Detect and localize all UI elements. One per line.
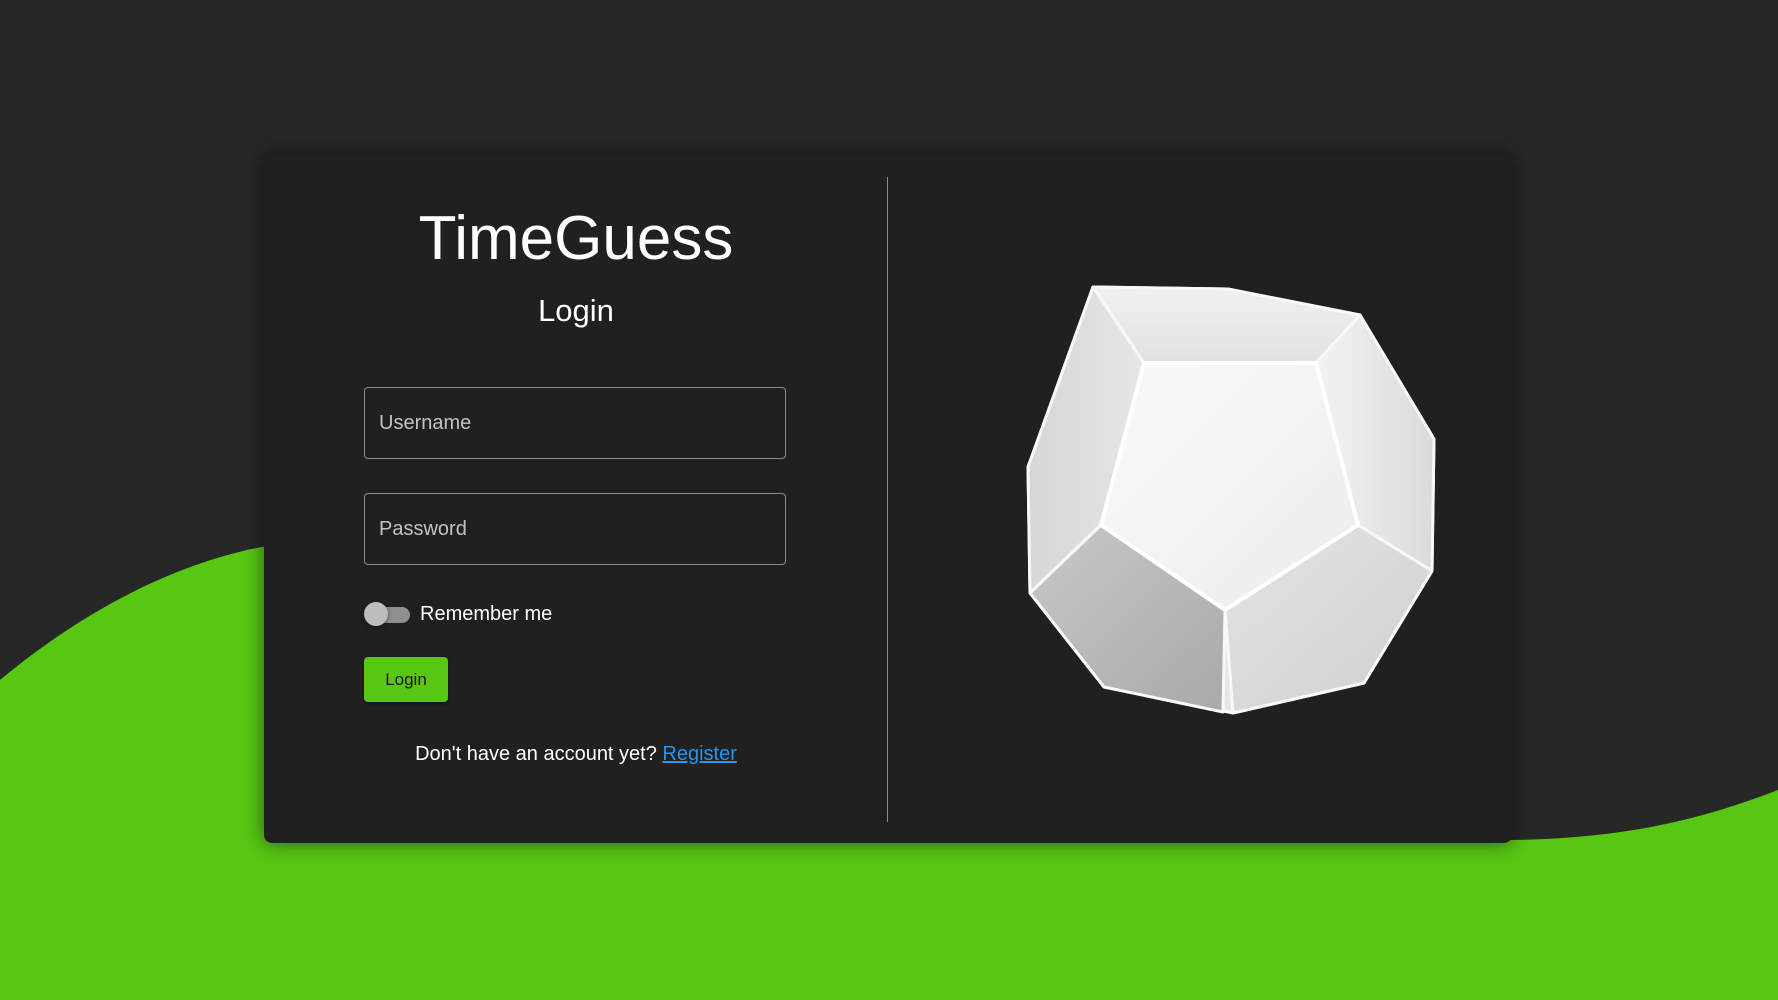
login-form-pane: TimeGuess Login Remember me Login Don't … [264, 155, 888, 843]
remember-me-label: Remember me [420, 602, 553, 625]
login-card: TimeGuess Login Remember me Login Don't … [264, 155, 1512, 843]
page-title: Login [538, 293, 614, 328]
toggle-thumb [364, 602, 388, 626]
app-title: TimeGuess [418, 204, 734, 273]
username-field[interactable] [364, 387, 786, 459]
remember-me-row: Remember me [364, 599, 552, 629]
register-prompt-text: Don't have an account yet? [415, 743, 657, 765]
register-link[interactable]: Register [662, 743, 736, 765]
username-input[interactable] [365, 388, 785, 458]
password-input[interactable] [365, 494, 785, 564]
dodecahedron-icon [1026, 285, 1436, 715]
password-field[interactable] [364, 493, 786, 565]
illustration-pane [888, 155, 1512, 843]
login-button[interactable]: Login [364, 657, 448, 702]
remember-me-toggle[interactable] [364, 601, 410, 627]
register-prompt: Don't have an account yet? Register [264, 743, 888, 766]
